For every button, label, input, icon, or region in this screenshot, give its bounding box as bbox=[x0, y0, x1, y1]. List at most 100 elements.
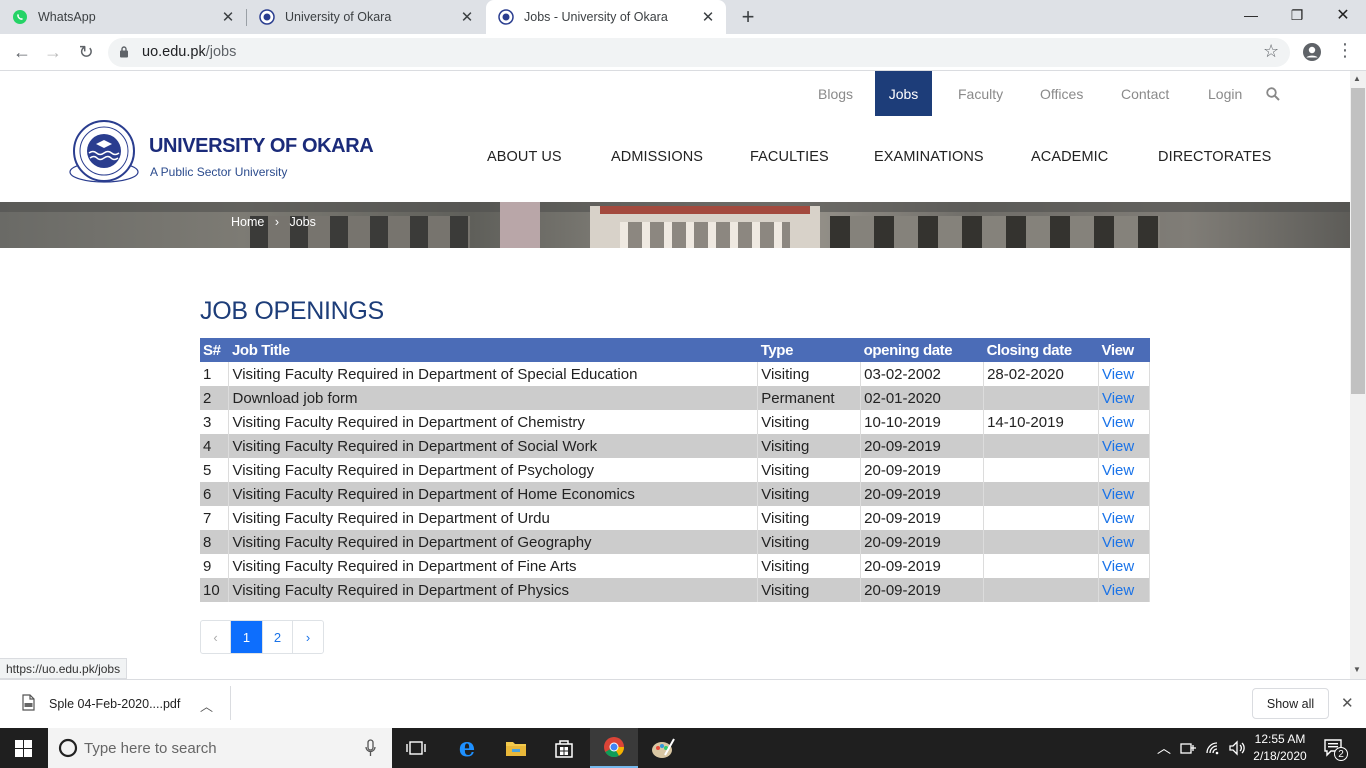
cell-view-link[interactable]: View bbox=[1098, 506, 1151, 530]
show-hidden-icons-chevron-icon[interactable]: ︿ bbox=[1157, 738, 1171, 758]
close-window-icon[interactable]: ✕ bbox=[1320, 0, 1366, 30]
bookmark-star-icon[interactable]: ☆ bbox=[1263, 41, 1279, 62]
cell-opening-date: 20-09-2019 bbox=[860, 458, 985, 482]
pagination-next[interactable]: › bbox=[293, 621, 323, 653]
tab-title: Jobs - University of Okara bbox=[524, 10, 668, 24]
cell-view-link[interactable]: View bbox=[1098, 386, 1151, 410]
link-status-bubble: https://uo.edu.pk/jobs bbox=[0, 658, 128, 679]
cell-serial: 9 bbox=[200, 554, 230, 578]
scroll-down-icon[interactable]: ▼ bbox=[1353, 665, 1361, 674]
paint-app-icon[interactable] bbox=[646, 728, 680, 768]
close-tab-icon[interactable]: ✕ bbox=[698, 7, 718, 27]
cell-view-link[interactable]: View bbox=[1098, 482, 1151, 506]
top-link-login[interactable]: Login bbox=[1208, 86, 1242, 102]
profile-avatar-icon[interactable] bbox=[1302, 42, 1322, 62]
chevron-up-icon[interactable]: ︿ bbox=[200, 696, 213, 715]
wifi-icon[interactable] bbox=[1205, 740, 1223, 756]
cell-serial: 7 bbox=[200, 506, 230, 530]
file-explorer-icon[interactable] bbox=[500, 728, 532, 768]
nav-academic[interactable]: ACADEMIC bbox=[1031, 149, 1108, 165]
top-link-blogs[interactable]: Blogs bbox=[818, 86, 853, 102]
cell-type: Visiting bbox=[757, 482, 862, 506]
cell-view-link[interactable]: View bbox=[1098, 434, 1151, 458]
pagination-prev[interactable]: ‹ bbox=[201, 621, 231, 653]
campus-banner-image bbox=[0, 202, 1350, 248]
cell-opening-date: 20-09-2019 bbox=[860, 482, 985, 506]
cell-type: Visiting bbox=[757, 434, 862, 458]
nav-directorates[interactable]: DIRECTORATES bbox=[1158, 149, 1271, 165]
pagination-page-2[interactable]: 2 bbox=[263, 621, 293, 653]
scrollbar-thumb[interactable] bbox=[1351, 88, 1365, 394]
reload-icon[interactable]: ↻ bbox=[73, 39, 99, 65]
tab-jobs-active[interactable]: Jobs - University of Okara ✕ bbox=[486, 0, 726, 34]
breadcrumb-separator: › bbox=[274, 215, 279, 229]
new-tab-icon[interactable]: + bbox=[736, 5, 760, 29]
tab-title: WhatsApp bbox=[38, 10, 96, 24]
forward-icon[interactable]: → bbox=[40, 39, 66, 65]
nav-faculties[interactable]: FACULTIES bbox=[750, 149, 829, 165]
lock-icon[interactable] bbox=[119, 45, 129, 58]
close-tab-icon[interactable]: ✕ bbox=[457, 7, 477, 27]
close-download-bar-icon[interactable]: ✕ bbox=[1341, 694, 1354, 712]
nav-examinations[interactable]: EXAMINATIONS bbox=[874, 149, 984, 165]
cell-serial: 6 bbox=[200, 482, 230, 506]
cell-type: Permanent bbox=[757, 386, 862, 410]
tab-title: University of Okara bbox=[285, 10, 392, 24]
cell-view-link[interactable]: View bbox=[1098, 410, 1151, 434]
search-icon[interactable] bbox=[1266, 87, 1280, 101]
top-link-faculty[interactable]: Faculty bbox=[958, 86, 1003, 102]
microsoft-store-icon[interactable] bbox=[548, 728, 580, 768]
cell-job-title: Visiting Faculty Required in Department … bbox=[228, 482, 759, 506]
cell-view-link[interactable]: View bbox=[1098, 362, 1151, 386]
show-all-downloads-button[interactable]: Show all bbox=[1252, 688, 1329, 719]
uo-favicon-icon bbox=[498, 9, 514, 25]
breadcrumb: Home › Jobs bbox=[231, 215, 316, 229]
pagination-page-1[interactable]: 1 bbox=[231, 621, 263, 653]
tab-whatsapp[interactable]: WhatsApp ✕ bbox=[0, 0, 246, 34]
cell-opening-date: 03-02-2002 bbox=[860, 362, 985, 386]
cell-type: Visiting bbox=[757, 530, 862, 554]
cell-opening-date: 20-09-2019 bbox=[860, 530, 985, 554]
nav-about-us[interactable]: ABOUT US bbox=[487, 149, 562, 165]
chrome-taskbar-icon[interactable] bbox=[590, 728, 638, 768]
table-header-row: S# Job Title Type opening date Closing d… bbox=[200, 338, 1150, 362]
top-link-offices[interactable]: Offices bbox=[1040, 86, 1083, 102]
tab-university-of-okara[interactable]: University of Okara ✕ bbox=[247, 0, 485, 34]
microphone-icon[interactable] bbox=[365, 739, 376, 757]
top-link-jobs[interactable]: Jobs bbox=[875, 71, 932, 116]
power-plug-icon[interactable] bbox=[1180, 740, 1198, 756]
university-logo[interactable] bbox=[68, 118, 140, 188]
address-bar[interactable] bbox=[108, 38, 1290, 67]
scroll-up-icon[interactable]: ▲ bbox=[1353, 74, 1361, 83]
volume-icon[interactable] bbox=[1228, 740, 1246, 756]
top-link-contact[interactable]: Contact bbox=[1121, 86, 1169, 102]
windows-start-icon[interactable] bbox=[15, 740, 32, 757]
download-file-name[interactable]: Sple 04-Feb-2020....pdf bbox=[49, 697, 180, 711]
cell-serial: 4 bbox=[200, 434, 230, 458]
table-row: 4 Visiting Faculty Required in Department… bbox=[200, 434, 1151, 458]
header-type: Type bbox=[757, 338, 861, 362]
cell-view-link[interactable]: View bbox=[1098, 578, 1151, 602]
cell-view-link[interactable]: View bbox=[1098, 530, 1151, 554]
cell-opening-date: 02-01-2020 bbox=[860, 386, 985, 410]
cell-opening-date: 20-09-2019 bbox=[860, 434, 985, 458]
cell-view-link[interactable]: View bbox=[1098, 554, 1151, 578]
cell-type: Visiting bbox=[757, 410, 862, 434]
breadcrumb-home[interactable]: Home bbox=[231, 215, 264, 229]
header-job-title: Job Title bbox=[228, 338, 758, 362]
restore-icon[interactable]: ❐ bbox=[1274, 0, 1320, 30]
nav-admissions[interactable]: ADMISSIONS bbox=[611, 149, 703, 165]
university-name[interactable]: UNIVERSITY OF OKARA bbox=[149, 135, 374, 158]
edge-browser-icon[interactable]: e bbox=[450, 728, 484, 768]
download-divider bbox=[230, 686, 231, 720]
table-row: 5 Visiting Faculty Required in Department… bbox=[200, 458, 1151, 482]
url-text[interactable]: uo.edu.pk/jobs bbox=[142, 44, 236, 60]
cell-closing-date bbox=[983, 506, 1099, 530]
menu-kebab-icon[interactable]: ⋮ bbox=[1336, 41, 1354, 59]
back-icon[interactable]: ← bbox=[9, 39, 35, 65]
task-view-icon[interactable] bbox=[400, 728, 432, 768]
close-tab-icon[interactable]: ✕ bbox=[218, 7, 238, 27]
cell-view-link[interactable]: View bbox=[1098, 458, 1151, 482]
minimize-icon[interactable]: — bbox=[1228, 0, 1274, 30]
taskbar-clock[interactable]: 12:55 AM 2/18/2020 bbox=[1246, 731, 1314, 765]
